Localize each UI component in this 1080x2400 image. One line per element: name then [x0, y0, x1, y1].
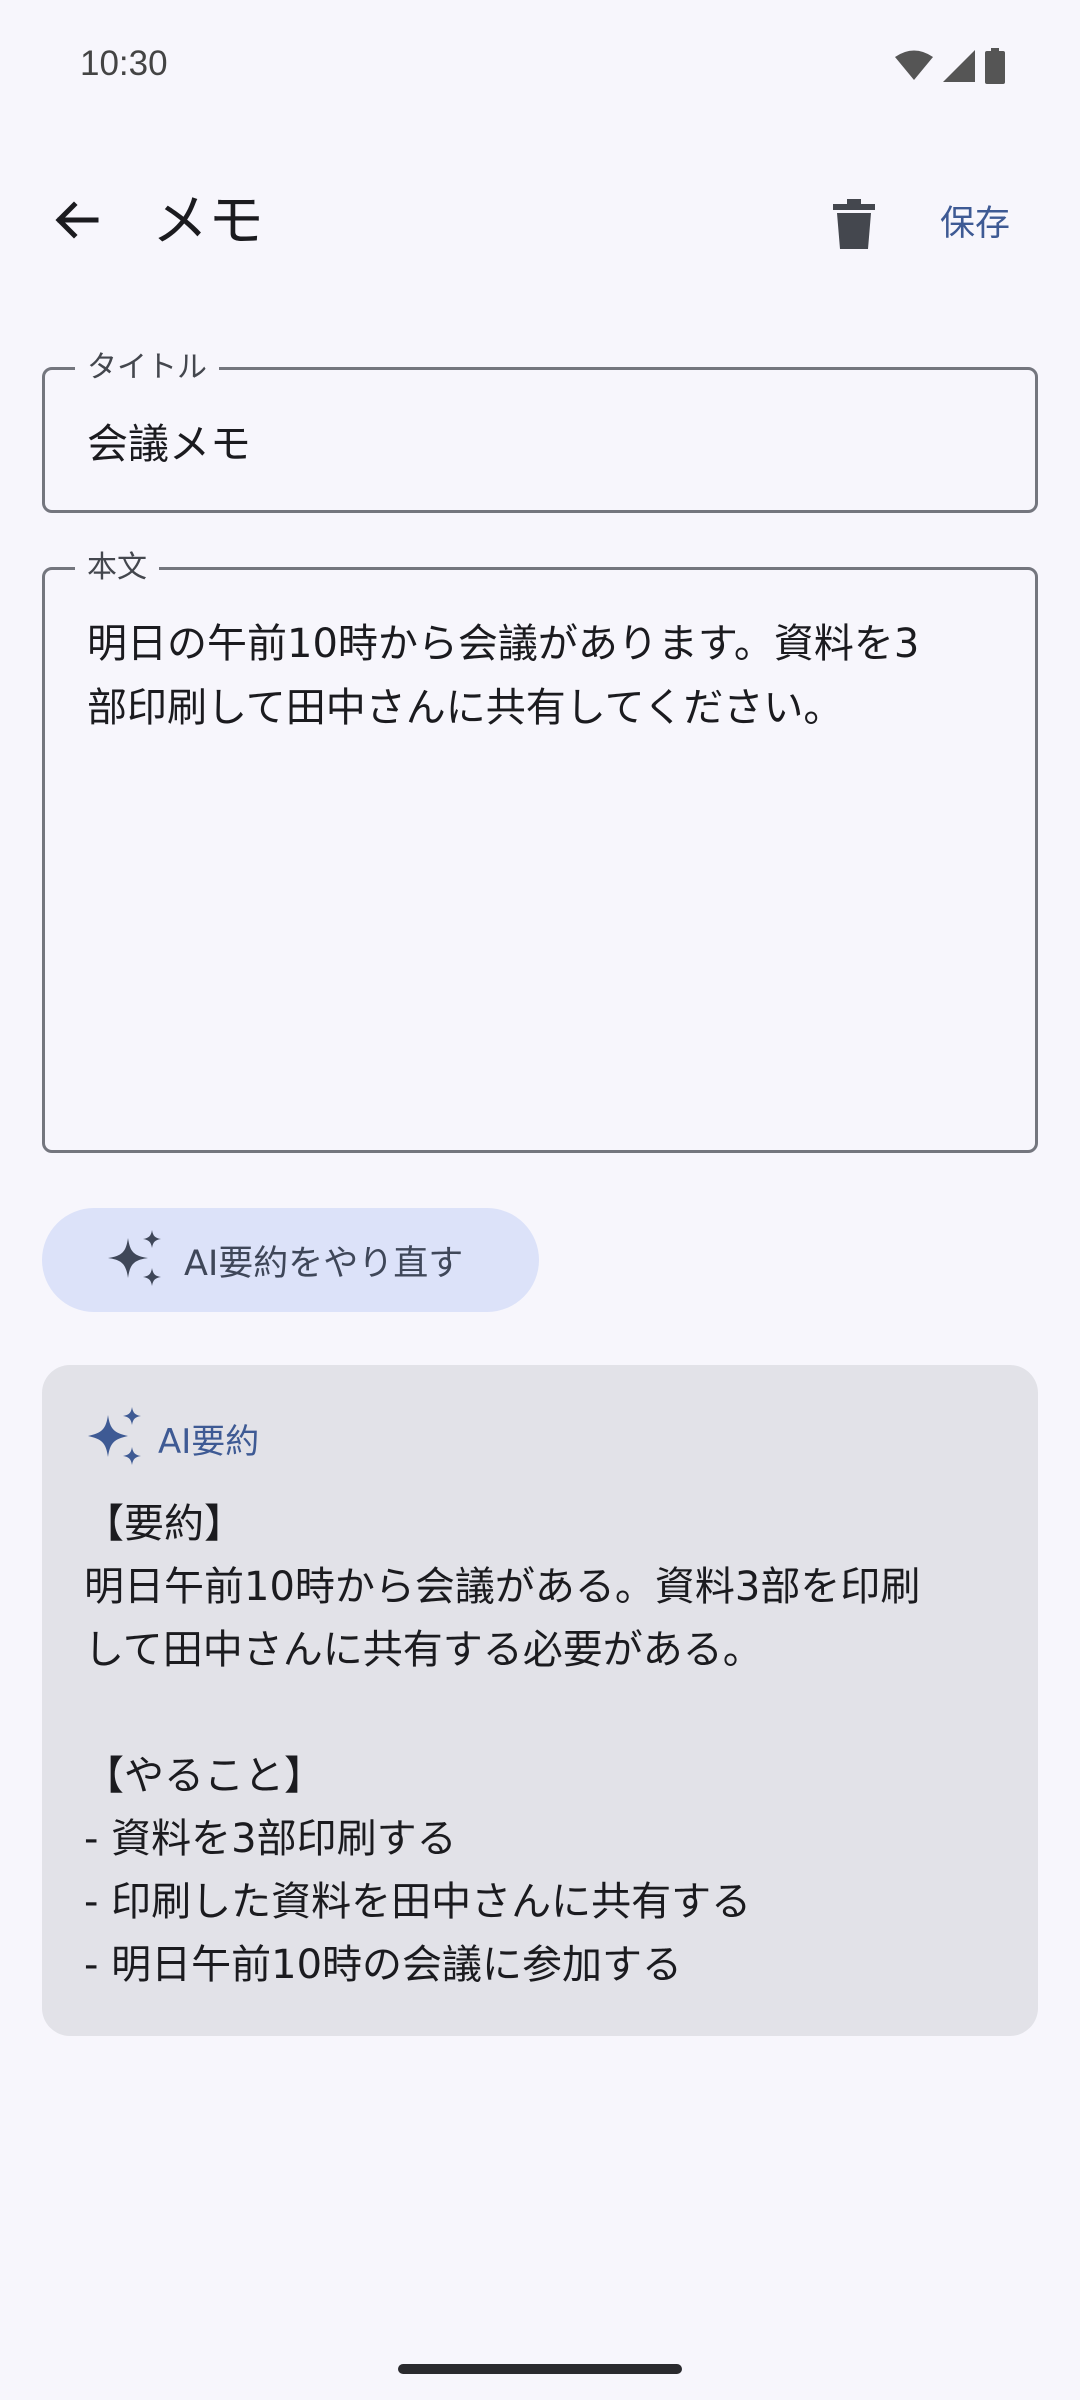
ai-summary-title: AI要約	[158, 1421, 260, 1462]
signal-icon	[942, 49, 976, 87]
app-bar: メモ 保存	[0, 160, 1080, 284]
ai-summary-redo-label: AI要約をやり直す	[184, 1243, 464, 1284]
ai-summary-text: 【要約】 明日午前10時から会議がある。資料3部を印刷 して田中さんに共有する必…	[84, 1501, 921, 1988]
ai-summary-card: AI要約 【要約】 明日午前10時から会議がある。資料3部を印刷 して田中さんに…	[42, 1365, 1038, 2036]
title-field-label: タイトル	[75, 348, 219, 388]
body-field[interactable]: 本文 明日の午前10時から会議があります。資料を3 部印刷して田中さんに共有して…	[42, 548, 1038, 1153]
title-input[interactable]: 会議メモ	[87, 418, 251, 470]
page-title: メモ	[152, 189, 264, 254]
status-time: 10:30	[80, 44, 168, 83]
wifi-icon	[894, 50, 934, 86]
save-button[interactable]: 保存	[940, 194, 1010, 254]
body-input[interactable]: 明日の午前10時から会議があります。資料を3 部印刷して田中さんに共有してくださ…	[87, 612, 1007, 740]
battery-icon	[984, 48, 1006, 88]
arrow-back-icon	[52, 196, 100, 248]
status-icons	[894, 48, 1006, 88]
delete-button[interactable]	[812, 184, 896, 268]
trash-icon	[833, 199, 875, 253]
ai-summary-header: AI要約	[84, 1405, 259, 1471]
title-field[interactable]: タイトル 会議メモ	[42, 348, 1038, 513]
sparkle-icon	[104, 1228, 166, 1292]
home-indicator[interactable]	[398, 2364, 682, 2374]
body-field-label: 本文	[75, 548, 159, 588]
sparkle-icon	[84, 1405, 146, 1471]
back-button[interactable]	[34, 180, 118, 264]
status-bar: 10:30	[0, 0, 1080, 136]
ai-summary-redo-button[interactable]: AI要約をやり直す	[42, 1208, 539, 1312]
